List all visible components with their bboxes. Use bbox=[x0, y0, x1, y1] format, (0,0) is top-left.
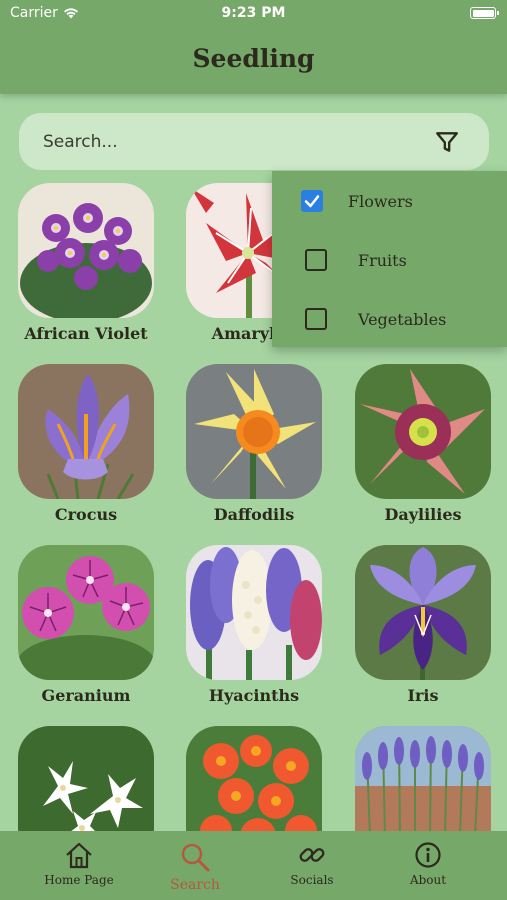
filter-button[interactable] bbox=[433, 128, 461, 156]
link-icon bbox=[299, 848, 325, 862]
flowers-checkbox[interactable] bbox=[301, 190, 323, 212]
filter-option-label: Vegetables bbox=[358, 309, 447, 329]
clock: 9:23 PM bbox=[221, 5, 286, 21]
home-icon bbox=[66, 842, 92, 869]
filter-option-label: Flowers bbox=[348, 191, 413, 211]
plant-name: Hyacinths bbox=[208, 686, 300, 705]
filter-option-flowers[interactable]: Flowers bbox=[272, 181, 507, 221]
page-title: Seedling bbox=[192, 44, 315, 73]
tab-bar: Home Page Search Socials About bbox=[0, 831, 507, 900]
plant-name: Geranium bbox=[41, 686, 131, 705]
plant-card-crocus[interactable]: Crocus bbox=[18, 364, 154, 524]
tab-label: About bbox=[409, 873, 447, 887]
hyacinths-image bbox=[186, 545, 322, 680]
plant-name: African Violet bbox=[24, 324, 148, 343]
tab-label: Socials bbox=[290, 873, 334, 887]
plant-name: Iris bbox=[407, 686, 439, 705]
tab-home[interactable]: Home Page bbox=[29, 841, 129, 887]
info-icon bbox=[415, 842, 441, 868]
status-bar: Carrier 9:23 PM bbox=[0, 5, 507, 23]
plant-name: Daylilies bbox=[384, 505, 462, 524]
iris-image bbox=[355, 545, 491, 680]
plant-card-daffodils[interactable]: Daffodils bbox=[186, 364, 322, 524]
geranium-image bbox=[18, 545, 154, 680]
filter-option-vegetables[interactable]: Vegetables bbox=[272, 299, 507, 339]
filter-dropdown: Flowers Fruits Vegetables bbox=[272, 171, 507, 347]
daylilies-image bbox=[355, 364, 491, 499]
search-input[interactable] bbox=[43, 131, 403, 152]
filter-option-fruits[interactable]: Fruits bbox=[272, 240, 507, 280]
crocus-image bbox=[18, 364, 154, 499]
filter-option-label: Fruits bbox=[358, 250, 407, 270]
daffodils-image bbox=[186, 364, 322, 499]
african-violet-image bbox=[18, 183, 154, 318]
tab-label: Search bbox=[170, 877, 220, 893]
search-bar bbox=[19, 113, 489, 170]
plant-card-african-violet[interactable]: African Violet bbox=[18, 183, 154, 343]
plant-name: Daffodils bbox=[213, 505, 295, 524]
fruits-checkbox[interactable] bbox=[305, 249, 327, 271]
battery-icon bbox=[470, 7, 499, 19]
vegetables-checkbox[interactable] bbox=[305, 308, 327, 330]
tab-socials[interactable]: Socials bbox=[262, 841, 362, 887]
plant-card-iris[interactable]: Iris bbox=[355, 545, 491, 705]
navigation-bar: Carrier 9:23 PM Seedling bbox=[0, 0, 507, 94]
plant-card-hyacinths[interactable]: Hyacinths bbox=[186, 545, 322, 705]
plant-card-geranium[interactable]: Geranium bbox=[18, 545, 154, 705]
search-icon bbox=[181, 843, 210, 872]
plant-name: Crocus bbox=[54, 505, 118, 524]
filter-icon bbox=[436, 132, 458, 152]
plant-card-daylilies[interactable]: Daylilies bbox=[355, 364, 491, 524]
tab-about[interactable]: About bbox=[378, 841, 478, 887]
checkmark-icon bbox=[304, 195, 320, 208]
tab-label: Home Page bbox=[44, 873, 114, 887]
tab-search[interactable]: Search bbox=[145, 841, 245, 893]
